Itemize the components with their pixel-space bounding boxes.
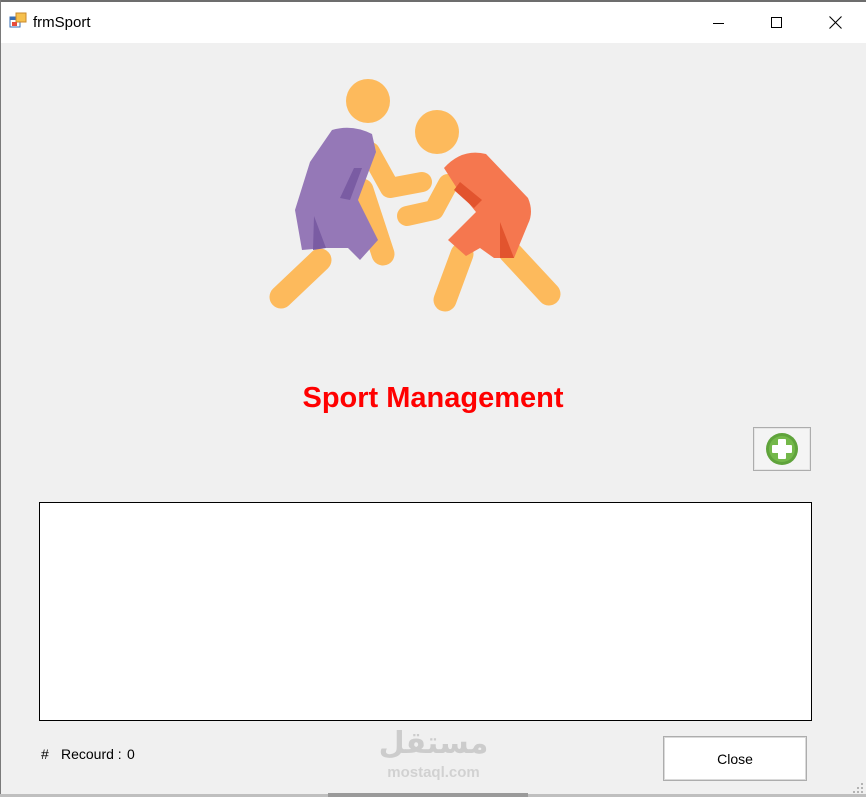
title-bar[interactable]: frmSport: [1, 2, 866, 43]
record-count-value: 0: [127, 746, 135, 762]
record-hash-label: #: [41, 746, 49, 762]
close-icon: [828, 16, 842, 29]
resize-grip-icon[interactable]: [852, 782, 864, 794]
maximize-button[interactable]: [748, 2, 806, 43]
close-button[interactable]: Close: [663, 736, 807, 781]
wrestlers-illustration: [269, 79, 561, 312]
record-count-label: Recourd :: [61, 746, 122, 762]
app-icon: [9, 12, 27, 28]
plus-circle-icon: [766, 433, 798, 465]
maximize-icon: [771, 16, 782, 28]
horizontal-scrollbar[interactable]: [328, 793, 528, 797]
watermark: مستقل mostaql.com: [376, 726, 491, 784]
watermark-text: mostaql.com: [387, 764, 480, 781]
close-window-button[interactable]: [806, 2, 864, 43]
sports-data-grid[interactable]: [39, 502, 812, 721]
minimize-button[interactable]: [690, 2, 748, 43]
page-title: Sport Management: [302, 382, 564, 414]
add-sport-button[interactable]: [753, 427, 811, 471]
window-title: frmSport: [33, 14, 91, 31]
watermark-logo: مستقل: [378, 727, 489, 760]
minimize-icon: [713, 22, 724, 24]
